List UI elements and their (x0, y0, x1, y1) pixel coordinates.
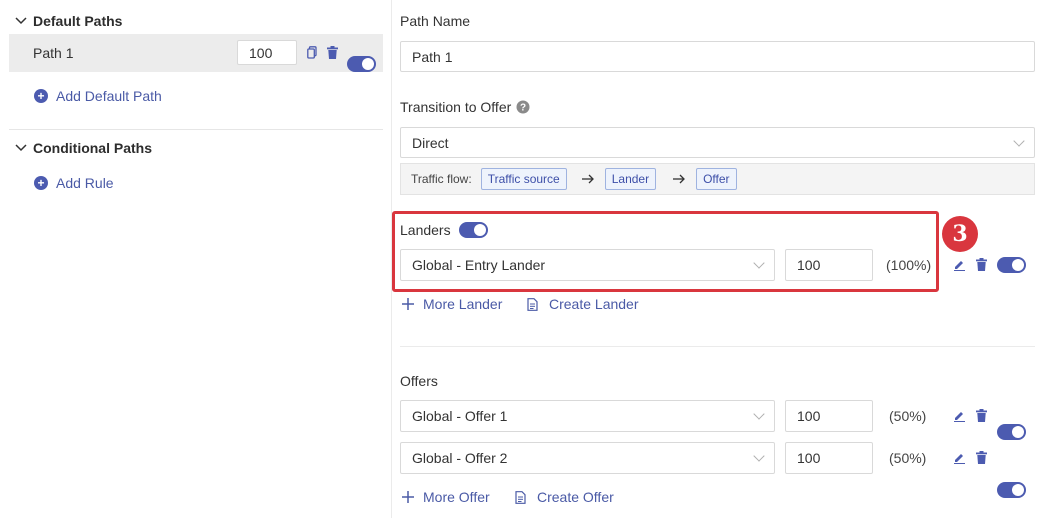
chevron-down-icon (15, 17, 27, 25)
offer-toggle-1[interactable] (997, 424, 1026, 440)
add-rule-label: Add Rule (56, 175, 114, 191)
delete-icon[interactable] (976, 409, 987, 422)
chevron-down-icon (15, 144, 27, 152)
offer-select-1[interactable]: Global - Offer 1 (400, 400, 775, 432)
more-offer-link[interactable]: More Offer (402, 489, 490, 505)
lander-weight-input[interactable]: 100 (785, 249, 873, 281)
edit-icon[interactable] (953, 409, 966, 422)
offer-select-value: Global - Offer 1 (412, 408, 508, 424)
arrow-right-icon (673, 174, 686, 184)
plus-icon (402, 491, 414, 503)
default-paths-title: Default Paths (33, 13, 123, 29)
step-badge: 3 (942, 216, 978, 252)
create-offer-label: Create Offer (537, 489, 614, 505)
conditional-paths-header[interactable]: Conditional Paths (14, 139, 152, 157)
default-paths-header[interactable]: Default Paths (14, 12, 122, 30)
transition-label-row: Transition to Offer ? (400, 99, 530, 115)
edit-icon[interactable] (953, 451, 966, 464)
path-weight-input[interactable]: 100 (237, 40, 297, 65)
svg-text:?: ? (520, 103, 526, 114)
path-name-input[interactable]: Path 1 (400, 41, 1035, 72)
transition-select-value: Direct (412, 134, 449, 151)
path-name-label: Path Name (400, 13, 471, 29)
edit-icon[interactable] (953, 258, 966, 271)
offer-weight-input-2[interactable]: 100 (785, 442, 873, 474)
divider (9, 129, 383, 130)
offer-percent-1: (50%) (889, 408, 927, 424)
plus-icon (402, 298, 414, 310)
path-item[interactable]: Path 1 100 (9, 34, 383, 72)
conditional-paths-title: Conditional Paths (33, 140, 152, 156)
delete-icon[interactable] (976, 451, 987, 464)
document-icon (515, 490, 526, 504)
copy-icon[interactable] (307, 46, 317, 59)
more-lander-link[interactable]: More Lander (402, 296, 502, 312)
more-lander-label: More Lander (423, 296, 503, 312)
traffic-flow-lander: Lander (604, 168, 657, 190)
lander-select[interactable]: Global - Entry Lander (400, 249, 775, 281)
offer-percent-2: (50%) (889, 450, 927, 466)
traffic-flow-source: Traffic source (480, 168, 567, 190)
delete-icon[interactable] (976, 258, 987, 271)
create-lander-link[interactable]: Create Lander (527, 296, 639, 312)
chevron-down-icon (753, 408, 765, 420)
path-enabled-toggle[interactable] (347, 56, 376, 72)
delete-icon[interactable] (327, 46, 338, 59)
add-default-path-link[interactable]: + Add Default Path (34, 87, 162, 105)
traffic-flow-offer: Offer (696, 168, 737, 190)
offer-select-value: Global - Offer 2 (412, 450, 508, 466)
create-lander-label: Create Lander (549, 296, 639, 312)
chevron-down-icon (753, 450, 765, 462)
more-offer-label: More Offer (423, 489, 490, 505)
arrow-right-icon (581, 174, 594, 184)
divider (400, 346, 1035, 347)
landers-toggle[interactable] (458, 222, 488, 238)
lander-percent: (100%) (886, 257, 932, 273)
offer-toggle-2[interactable] (997, 482, 1026, 498)
lander-toggle[interactable] (997, 257, 1026, 273)
landers-header: Landers (400, 222, 488, 238)
add-rule-link[interactable]: + Add Rule (34, 174, 114, 192)
create-offer-link[interactable]: Create Offer (515, 489, 614, 505)
landers-label: Landers (400, 222, 451, 238)
lander-select-value: Global - Entry Lander (412, 257, 546, 273)
offers-label: Offers (400, 373, 438, 389)
traffic-flow-label: Traffic flow: (411, 172, 472, 186)
plus-circle-icon: + (34, 89, 48, 103)
plus-circle-icon: + (34, 176, 48, 190)
add-default-path-label: Add Default Path (56, 88, 162, 104)
path-item-label: Path 1 (33, 45, 74, 61)
document-icon (527, 297, 538, 311)
transition-label: Transition to Offer (400, 99, 512, 115)
traffic-flow-bar: Traffic flow: Traffic source Lander Offe… (400, 163, 1035, 195)
offer-weight-input-1[interactable]: 100 (785, 400, 873, 432)
chevron-down-icon (753, 257, 765, 269)
help-icon[interactable]: ? (516, 100, 530, 114)
chevron-down-icon (1013, 134, 1025, 147)
transition-select[interactable]: Direct (400, 127, 1035, 158)
offer-select-2[interactable]: Global - Offer 2 (400, 442, 775, 474)
